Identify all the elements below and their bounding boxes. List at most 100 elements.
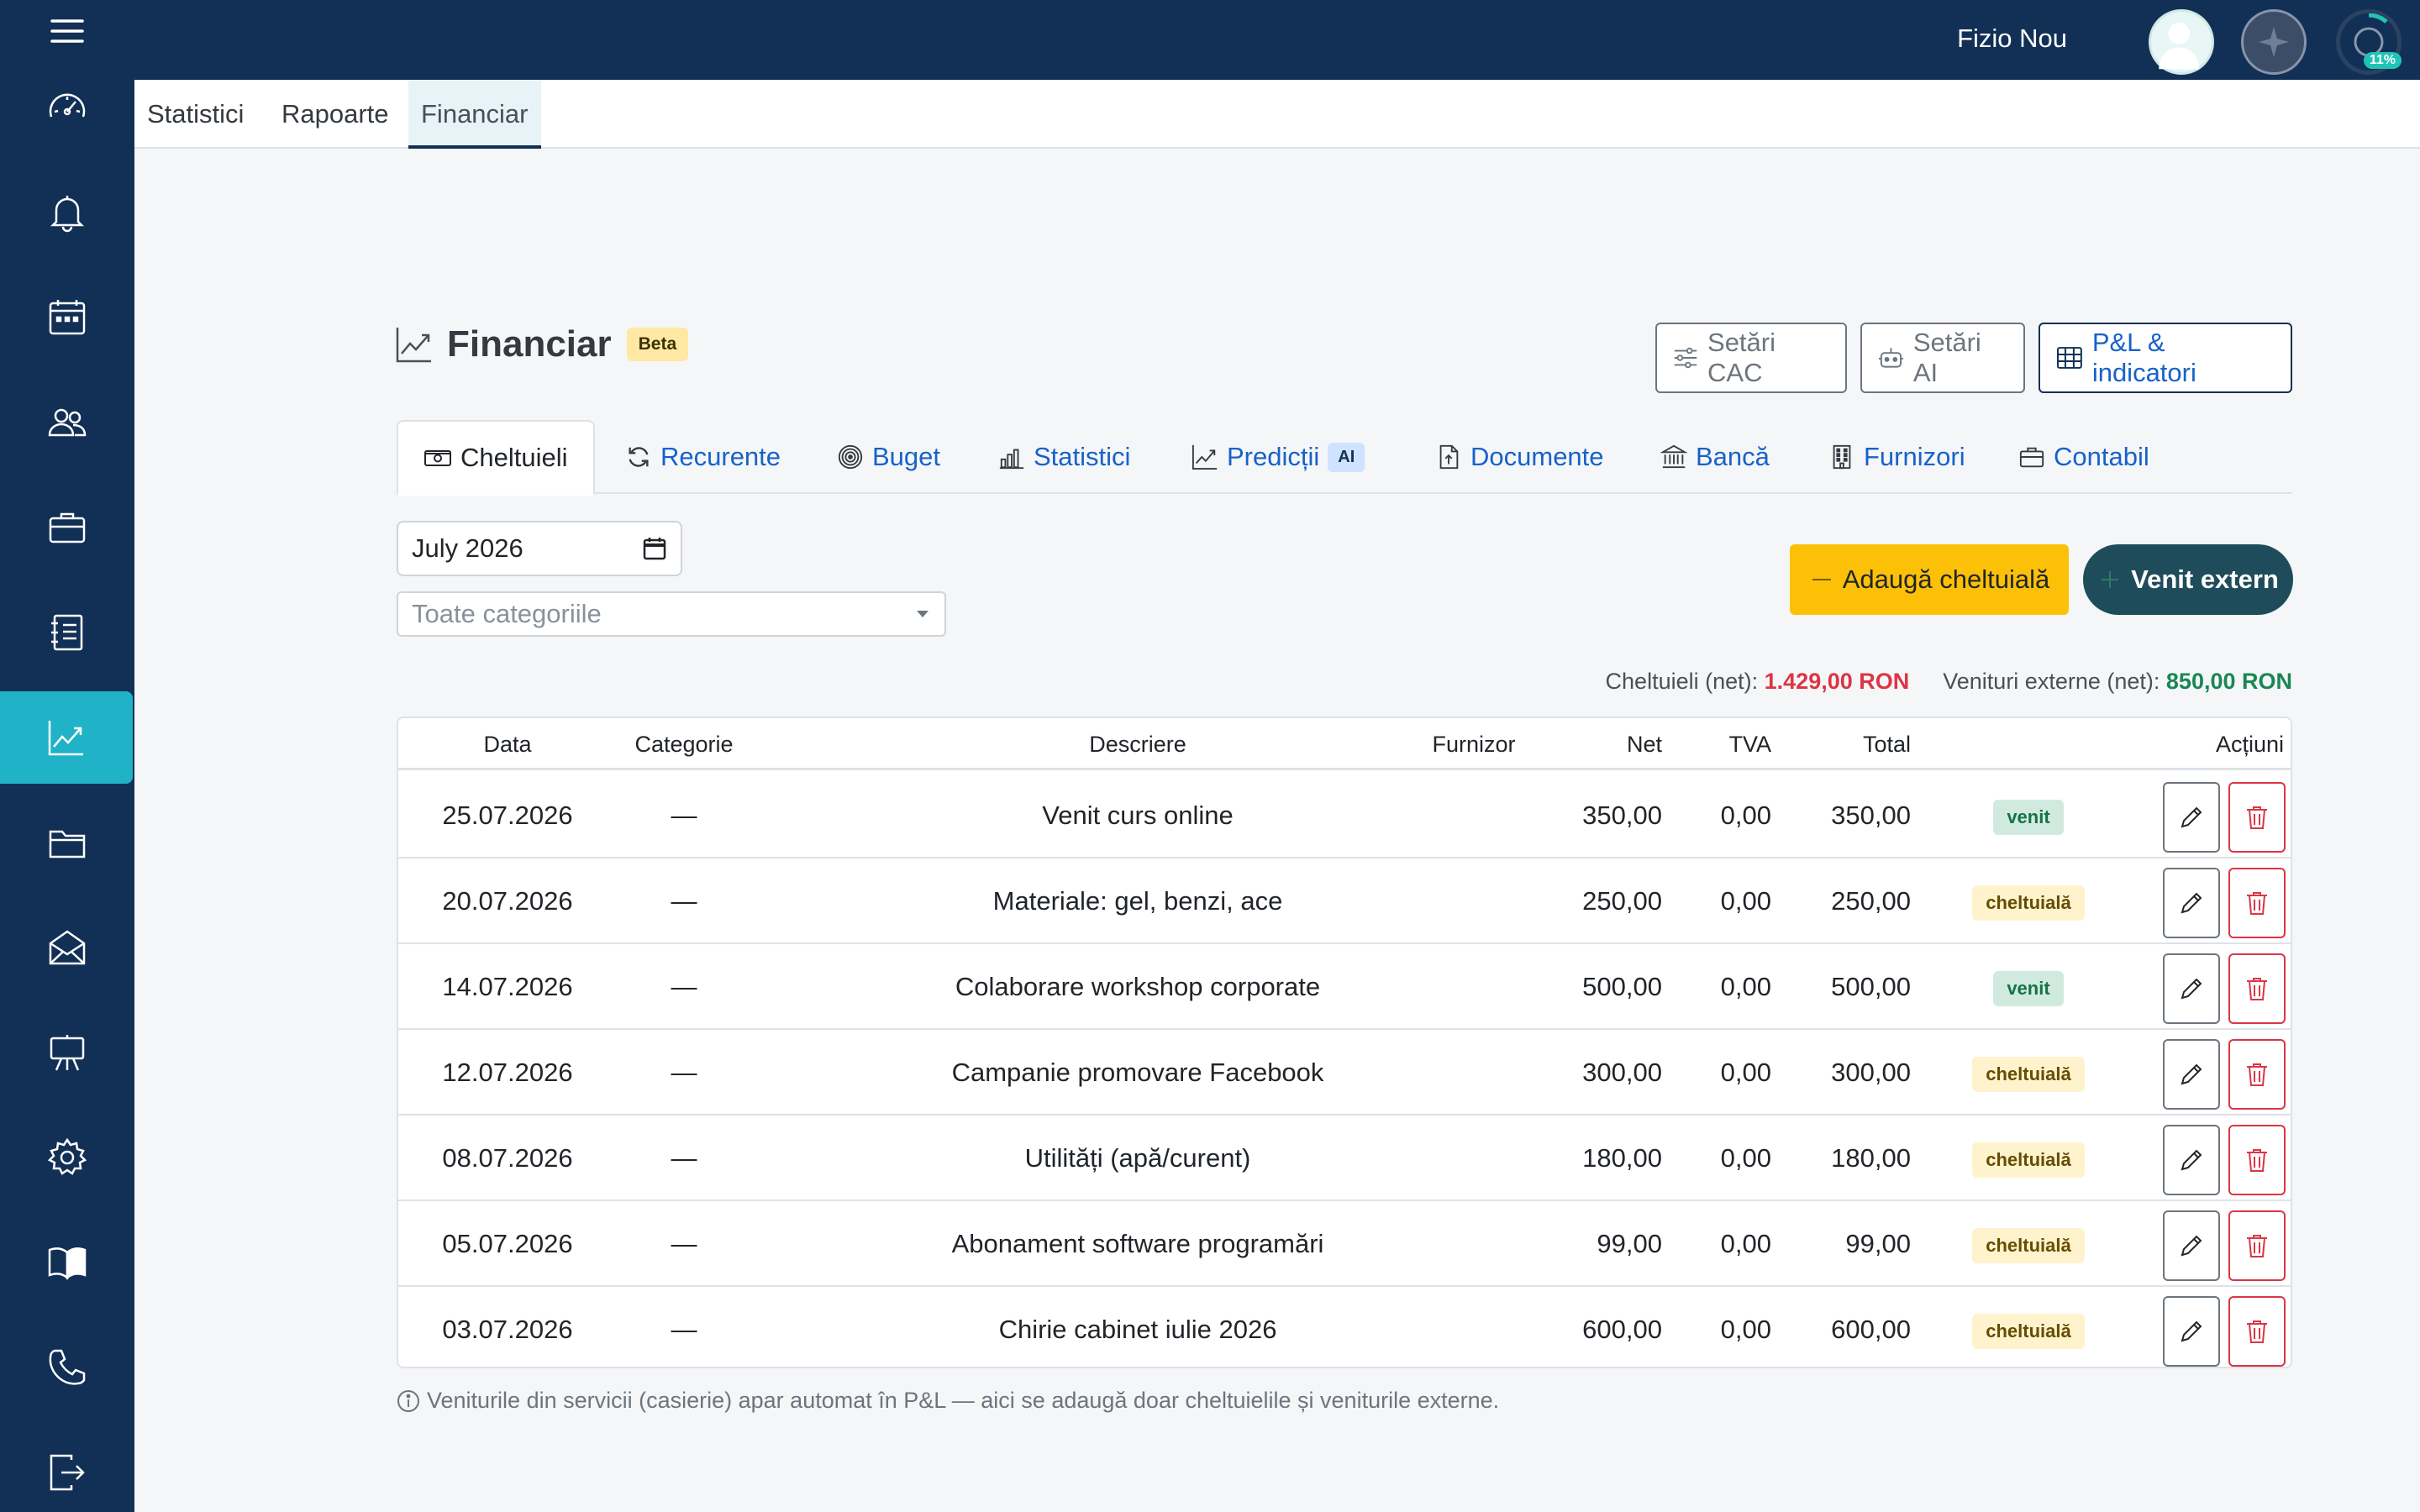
sparkle-icon: [2259, 27, 2289, 57]
speedometer-icon: [49, 93, 86, 118]
folder-icon: [49, 830, 86, 858]
cell-category: —: [671, 1315, 697, 1344]
trash-icon: [2247, 1320, 2267, 1343]
sidebar-item-services[interactable]: [0, 481, 134, 574]
sidebar-item-messages[interactable]: [0, 901, 134, 994]
bank-icon: [1660, 444, 1687, 469]
delete-button[interactable]: [2228, 953, 2286, 1024]
edit-button[interactable]: [2163, 1039, 2220, 1110]
header-date[interactable]: Data: [432, 718, 583, 770]
edit-button[interactable]: [2163, 1125, 2220, 1195]
header-description[interactable]: Descriere: [844, 718, 1432, 770]
table-header: Data Categorie Descriere Furnizor Net TV…: [398, 718, 2291, 770]
cell-net: 99,00: [1597, 1229, 1662, 1258]
edit-button[interactable]: [2163, 782, 2220, 853]
page-header: Financiar Beta: [395, 323, 689, 365]
phone-icon: [49, 1349, 86, 1385]
envelope-icon: [49, 930, 86, 965]
sidebar-item-files[interactable]: [0, 796, 134, 889]
cell-vat: 0,00: [1720, 801, 1771, 830]
robot-icon: [1878, 348, 1903, 368]
cac-settings-button[interactable]: Setări CAC: [1655, 323, 1847, 393]
tab-documente[interactable]: Documente: [1435, 420, 1604, 494]
subnav-tab-financiar[interactable]: Financiar: [408, 80, 541, 149]
cell-description: Chirie cabinet iulie 2026: [998, 1315, 1277, 1344]
cell-type: cheltuială: [1936, 1030, 2121, 1116]
tab-banca[interactable]: Bancă: [1660, 420, 1770, 494]
delete-button[interactable]: [2228, 1296, 2286, 1367]
user-avatar[interactable]: [2149, 9, 2214, 75]
external-income-button[interactable]: Venit extern: [2083, 544, 2293, 615]
footnote: Veniturile din servicii (casierie) apar …: [397, 1388, 1499, 1414]
cell-description: Utilități (apă/curent): [1024, 1143, 1251, 1173]
sidebar-item-journal[interactable]: [0, 586, 134, 679]
table-icon: [2056, 347, 2082, 369]
sidebar-item-calendar[interactable]: [0, 271, 134, 364]
tab-predictii[interactable]: Predicții AI: [1192, 420, 1365, 494]
refresh-icon: [629, 447, 649, 467]
table-row: 25.07.2026 — Venit curs online 350,00 0,00 35…: [398, 773, 2291, 858]
cell-category: —: [671, 1058, 697, 1087]
trash-icon: [2247, 1063, 2267, 1086]
header-total[interactable]: Total: [1776, 718, 1911, 770]
delete-button[interactable]: [2228, 868, 2286, 938]
pencil-icon: [2181, 806, 2202, 828]
edit-button[interactable]: [2163, 868, 2220, 938]
sidebar-item-contact[interactable]: [0, 1321, 134, 1414]
calendar-icon[interactable]: [642, 536, 667, 561]
cell-supplier: [1390, 1030, 1558, 1116]
ai-assistant-avatar[interactable]: [2241, 9, 2307, 75]
cell-vat: 0,00: [1720, 1143, 1771, 1173]
delete-button[interactable]: [2228, 1210, 2286, 1281]
sidebar-item-logout[interactable]: [0, 1426, 134, 1512]
sidebar-item-patients[interactable]: [0, 376, 134, 469]
delete-button[interactable]: [2228, 1039, 2286, 1110]
ai-settings-button[interactable]: Setări AI: [1860, 323, 2025, 393]
income-total: Venituri externe (net): 850,00 RON: [1943, 669, 2292, 695]
sidebar-item-notifications[interactable]: [0, 166, 134, 259]
pl-indicators-label: P&L & indicatori: [2091, 328, 2196, 387]
edit-button[interactable]: [2163, 1296, 2220, 1367]
delete-button[interactable]: [2228, 782, 2286, 853]
header-supplier[interactable]: Furnizor: [1390, 718, 1558, 770]
trash-icon: [2247, 1149, 2267, 1172]
subnav-tab-rapoarte[interactable]: Rapoarte: [269, 80, 402, 149]
briefcase-icon: [49, 512, 86, 543]
sidebar-item-financial[interactable]: [0, 691, 133, 784]
add-expense-button[interactable]: Adaugă cheltuială: [1790, 544, 2069, 615]
edit-button[interactable]: [2163, 1210, 2220, 1281]
hamburger-menu-icon[interactable]: [49, 17, 86, 45]
header-vat[interactable]: TVA: [1684, 718, 1771, 770]
type-badge: venit: [1993, 799, 2064, 835]
sidebar-item-settings[interactable]: [0, 1111, 134, 1204]
subnav-tab-statistici[interactable]: Statistici: [134, 80, 256, 149]
tab-buget[interactable]: Buget: [837, 420, 940, 494]
tab-cheltuieli[interactable]: Cheltuieli: [397, 420, 595, 496]
cell-date: 25.07.2026: [442, 801, 573, 830]
user-name[interactable]: Fizio Nou: [1957, 24, 2067, 54]
tab-contabil[interactable]: Contabil: [2018, 420, 2149, 494]
sidebar-item-docs[interactable]: [0, 1216, 134, 1309]
financial-tabs: Cheltuieli Recurente Buget Statistici Pr…: [397, 420, 2292, 496]
cell-supplier: [1390, 858, 1558, 944]
tab-furnizori[interactable]: Furnizori: [1828, 420, 1965, 494]
sidebar-item-dashboard[interactable]: [0, 61, 134, 154]
cell-supplier: [1390, 1116, 1558, 1201]
graph-icon: [48, 721, 83, 756]
pl-indicators-button[interactable]: P&L & indicatori: [2039, 323, 2292, 393]
table-row: 05.07.2026 — Abonament software programări…: [398, 1201, 2291, 1287]
tab-statistici[interactable]: Statistici: [998, 420, 1130, 494]
header-category[interactable]: Categorie: [608, 718, 760, 770]
tab-recurente[interactable]: Recurente: [625, 420, 781, 494]
delete-button[interactable]: [2228, 1125, 2286, 1195]
header-actions: Acțiuni: [2215, 732, 2284, 757]
cell-type: cheltuială: [1936, 858, 2121, 944]
month-picker-input[interactable]: July 2026: [397, 521, 682, 576]
cell-vat: 0,00: [1720, 886, 1771, 916]
edit-button[interactable]: [2163, 953, 2220, 1024]
header-net[interactable]: Net: [1575, 718, 1662, 770]
sidebar-item-presentations[interactable]: [0, 1006, 134, 1099]
type-badge: cheltuială: [1972, 1056, 2085, 1092]
category-select[interactable]: Toate categoriile: [397, 591, 946, 637]
table-row: 20.07.2026 — Materiale: gel, benzi, ace 250…: [398, 858, 2291, 944]
